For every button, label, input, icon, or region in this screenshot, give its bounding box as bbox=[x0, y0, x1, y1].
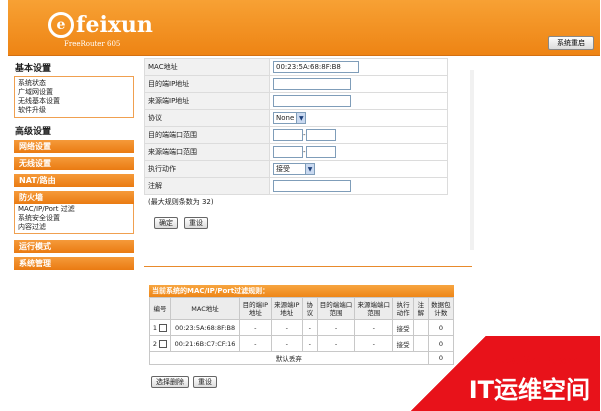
sidebar-item-wireless-basic[interactable]: 无线基本设置 bbox=[18, 97, 130, 106]
router-admin-page: e feixun FreeRouter 605 系统重启 基本设置 系统状态 广… bbox=[8, 0, 600, 411]
col-src-ip: 来源端IP地址 bbox=[270, 297, 304, 320]
col-packet-count: 数据包计数 bbox=[427, 297, 455, 320]
advanced-settings-heading: 高级设置 bbox=[15, 127, 52, 137]
row-comment bbox=[413, 319, 429, 336]
comment-input[interactable] bbox=[273, 180, 351, 192]
sidebar: 基本设置 系统状态 广域网设置 无线基本设置 软件升级 高级设置 网络设置 无线… bbox=[8, 56, 136, 411]
reset-button[interactable]: 重设 bbox=[184, 217, 208, 229]
dest-port-end-input[interactable] bbox=[305, 129, 336, 141]
src-ip-label: 来源端IP地址 bbox=[144, 92, 270, 110]
section-divider bbox=[144, 266, 472, 267]
filter-form: MAC地址 00:23:5A:68:8F:B8 目的端IP地址 来源端IP地址 … bbox=[144, 58, 464, 229]
col-comment: 注解 bbox=[413, 297, 429, 320]
row-protocol: - bbox=[302, 335, 318, 352]
action-value: 接受 bbox=[276, 165, 290, 173]
dest-port-label: 目的端端口范围 bbox=[144, 126, 270, 144]
sidebar-bar-system-management[interactable]: 系统管理 bbox=[14, 257, 134, 270]
row-src-ip: - bbox=[270, 319, 304, 336]
dest-ip-label: 目的端IP地址 bbox=[144, 75, 270, 93]
chevron-down-icon: ▼ bbox=[305, 164, 314, 174]
table-header-row: 编号 MAC地址 目的端IP地址 来源端IP地址 协议 目的端端口范围 来源端端… bbox=[149, 297, 455, 320]
src-port-end-input[interactable] bbox=[305, 146, 336, 158]
action-label: 执行动作 bbox=[144, 160, 270, 178]
list-reset-button[interactable]: 重设 bbox=[193, 376, 217, 388]
delete-selected-button[interactable]: 选择删除 bbox=[151, 376, 189, 388]
rule-list-title: 当前系统的MAC/IP/Port过滤规则： bbox=[149, 285, 454, 297]
firewall-submenu: MAC/IP/Port 过滤 系统安全设置 内容过滤 bbox=[14, 204, 134, 234]
col-action: 执行动作 bbox=[392, 297, 415, 320]
row-mac: 00:21:6B:C7:CF:16 bbox=[169, 335, 241, 352]
brand-logo: e feixun bbox=[48, 12, 153, 38]
sidebar-bar-run-mode[interactable]: 运行模式 bbox=[14, 240, 134, 253]
list-buttons: 选择删除 重设 bbox=[151, 376, 217, 388]
sidebar-item-firmware-upgrade[interactable]: 软件升级 bbox=[18, 106, 130, 115]
dest-ip-input[interactable] bbox=[273, 78, 351, 90]
filter-form-table: MAC地址 00:23:5A:68:8F:B8 目的端IP地址 来源端IP地址 … bbox=[144, 58, 448, 195]
row-number: 1 bbox=[152, 323, 157, 332]
sidebar-bar-wireless[interactable]: 无线设置 bbox=[14, 157, 134, 170]
protocol-select[interactable]: None ▼ bbox=[273, 112, 307, 124]
sidebar-item-mac-ip-port-filter[interactable]: MAC/IP/Port 过滤 bbox=[18, 205, 130, 214]
basic-settings-menu: 系统状态 广域网设置 无线基本设置 软件升级 bbox=[14, 76, 134, 118]
row-number: 2 bbox=[152, 339, 157, 348]
col-protocol: 协议 bbox=[302, 297, 318, 320]
sidebar-item-system-security[interactable]: 系统安全设置 bbox=[18, 214, 130, 223]
form-buttons: 确定 重设 bbox=[154, 217, 464, 229]
product-model: FreeRouter 605 bbox=[64, 40, 121, 48]
action-select[interactable]: 接受 ▼ bbox=[273, 163, 315, 175]
row-protocol: - bbox=[302, 319, 318, 336]
watermark-text: IT运维空间 bbox=[468, 376, 590, 404]
sidebar-item-wan[interactable]: 广域网设置 bbox=[18, 88, 130, 97]
row-src-ip: - bbox=[270, 335, 304, 352]
max-rules-note: (最大规则条数为 32) bbox=[148, 198, 214, 206]
row-dest-ip: - bbox=[239, 335, 272, 352]
header-bar: e feixun FreeRouter 605 系统重启 bbox=[8, 0, 600, 56]
row-action: 接受 bbox=[392, 319, 415, 336]
sidebar-item-content-filter[interactable]: 内容过滤 bbox=[18, 223, 130, 232]
col-mac: MAC地址 bbox=[169, 297, 241, 320]
col-src-port: 来源端端口范围 bbox=[354, 297, 394, 320]
reboot-button[interactable]: 系统重启 bbox=[548, 36, 594, 50]
mac-label: MAC地址 bbox=[144, 58, 270, 76]
row-dest-port: - bbox=[316, 335, 356, 352]
row-src-port: - bbox=[354, 319, 394, 336]
logo-e-icon: e bbox=[48, 12, 74, 38]
mac-input[interactable]: 00:23:5A:68:8F:B8 bbox=[273, 61, 359, 73]
row-dest-port: - bbox=[316, 319, 356, 336]
dest-port-start-input[interactable] bbox=[273, 129, 303, 141]
sidebar-bar-network[interactable]: 网络设置 bbox=[14, 140, 134, 153]
row-count: 0 bbox=[427, 319, 455, 336]
sidebar-bar-nat[interactable]: NAT/路由 bbox=[14, 174, 134, 187]
col-dest-ip: 目的端IP地址 bbox=[239, 297, 272, 320]
watermark-url: www.94IP.com bbox=[488, 354, 578, 367]
sidebar-bar-firewall[interactable]: 防火墙 bbox=[14, 191, 134, 204]
src-port-start-input[interactable] bbox=[273, 146, 303, 158]
logo-text: feixun bbox=[76, 12, 153, 38]
row-checkbox[interactable] bbox=[159, 339, 168, 348]
row-checkbox[interactable] bbox=[159, 323, 168, 332]
comment-label: 注解 bbox=[144, 177, 270, 195]
protocol-label: 协议 bbox=[144, 109, 270, 127]
sidebar-item-system-status[interactable]: 系统状态 bbox=[18, 79, 130, 88]
protocol-value: None bbox=[276, 114, 295, 122]
scrollbar[interactable] bbox=[470, 70, 474, 250]
basic-settings-heading: 基本设置 bbox=[15, 64, 52, 74]
row-dest-ip: - bbox=[239, 319, 272, 336]
row-mac: 00:23:5A:68:8F:B8 bbox=[169, 319, 241, 336]
chevron-down-icon: ▼ bbox=[296, 113, 306, 123]
src-ip-input[interactable] bbox=[273, 95, 351, 107]
src-port-label: 来源端端口范围 bbox=[144, 143, 270, 161]
table-row: 1 00:23:5A:68:8F:B8 - - - - - 接受 0 bbox=[149, 319, 455, 336]
col-no: 编号 bbox=[149, 297, 171, 320]
confirm-button[interactable]: 确定 bbox=[154, 217, 178, 229]
col-dest-port: 目的端端口范围 bbox=[316, 297, 356, 320]
